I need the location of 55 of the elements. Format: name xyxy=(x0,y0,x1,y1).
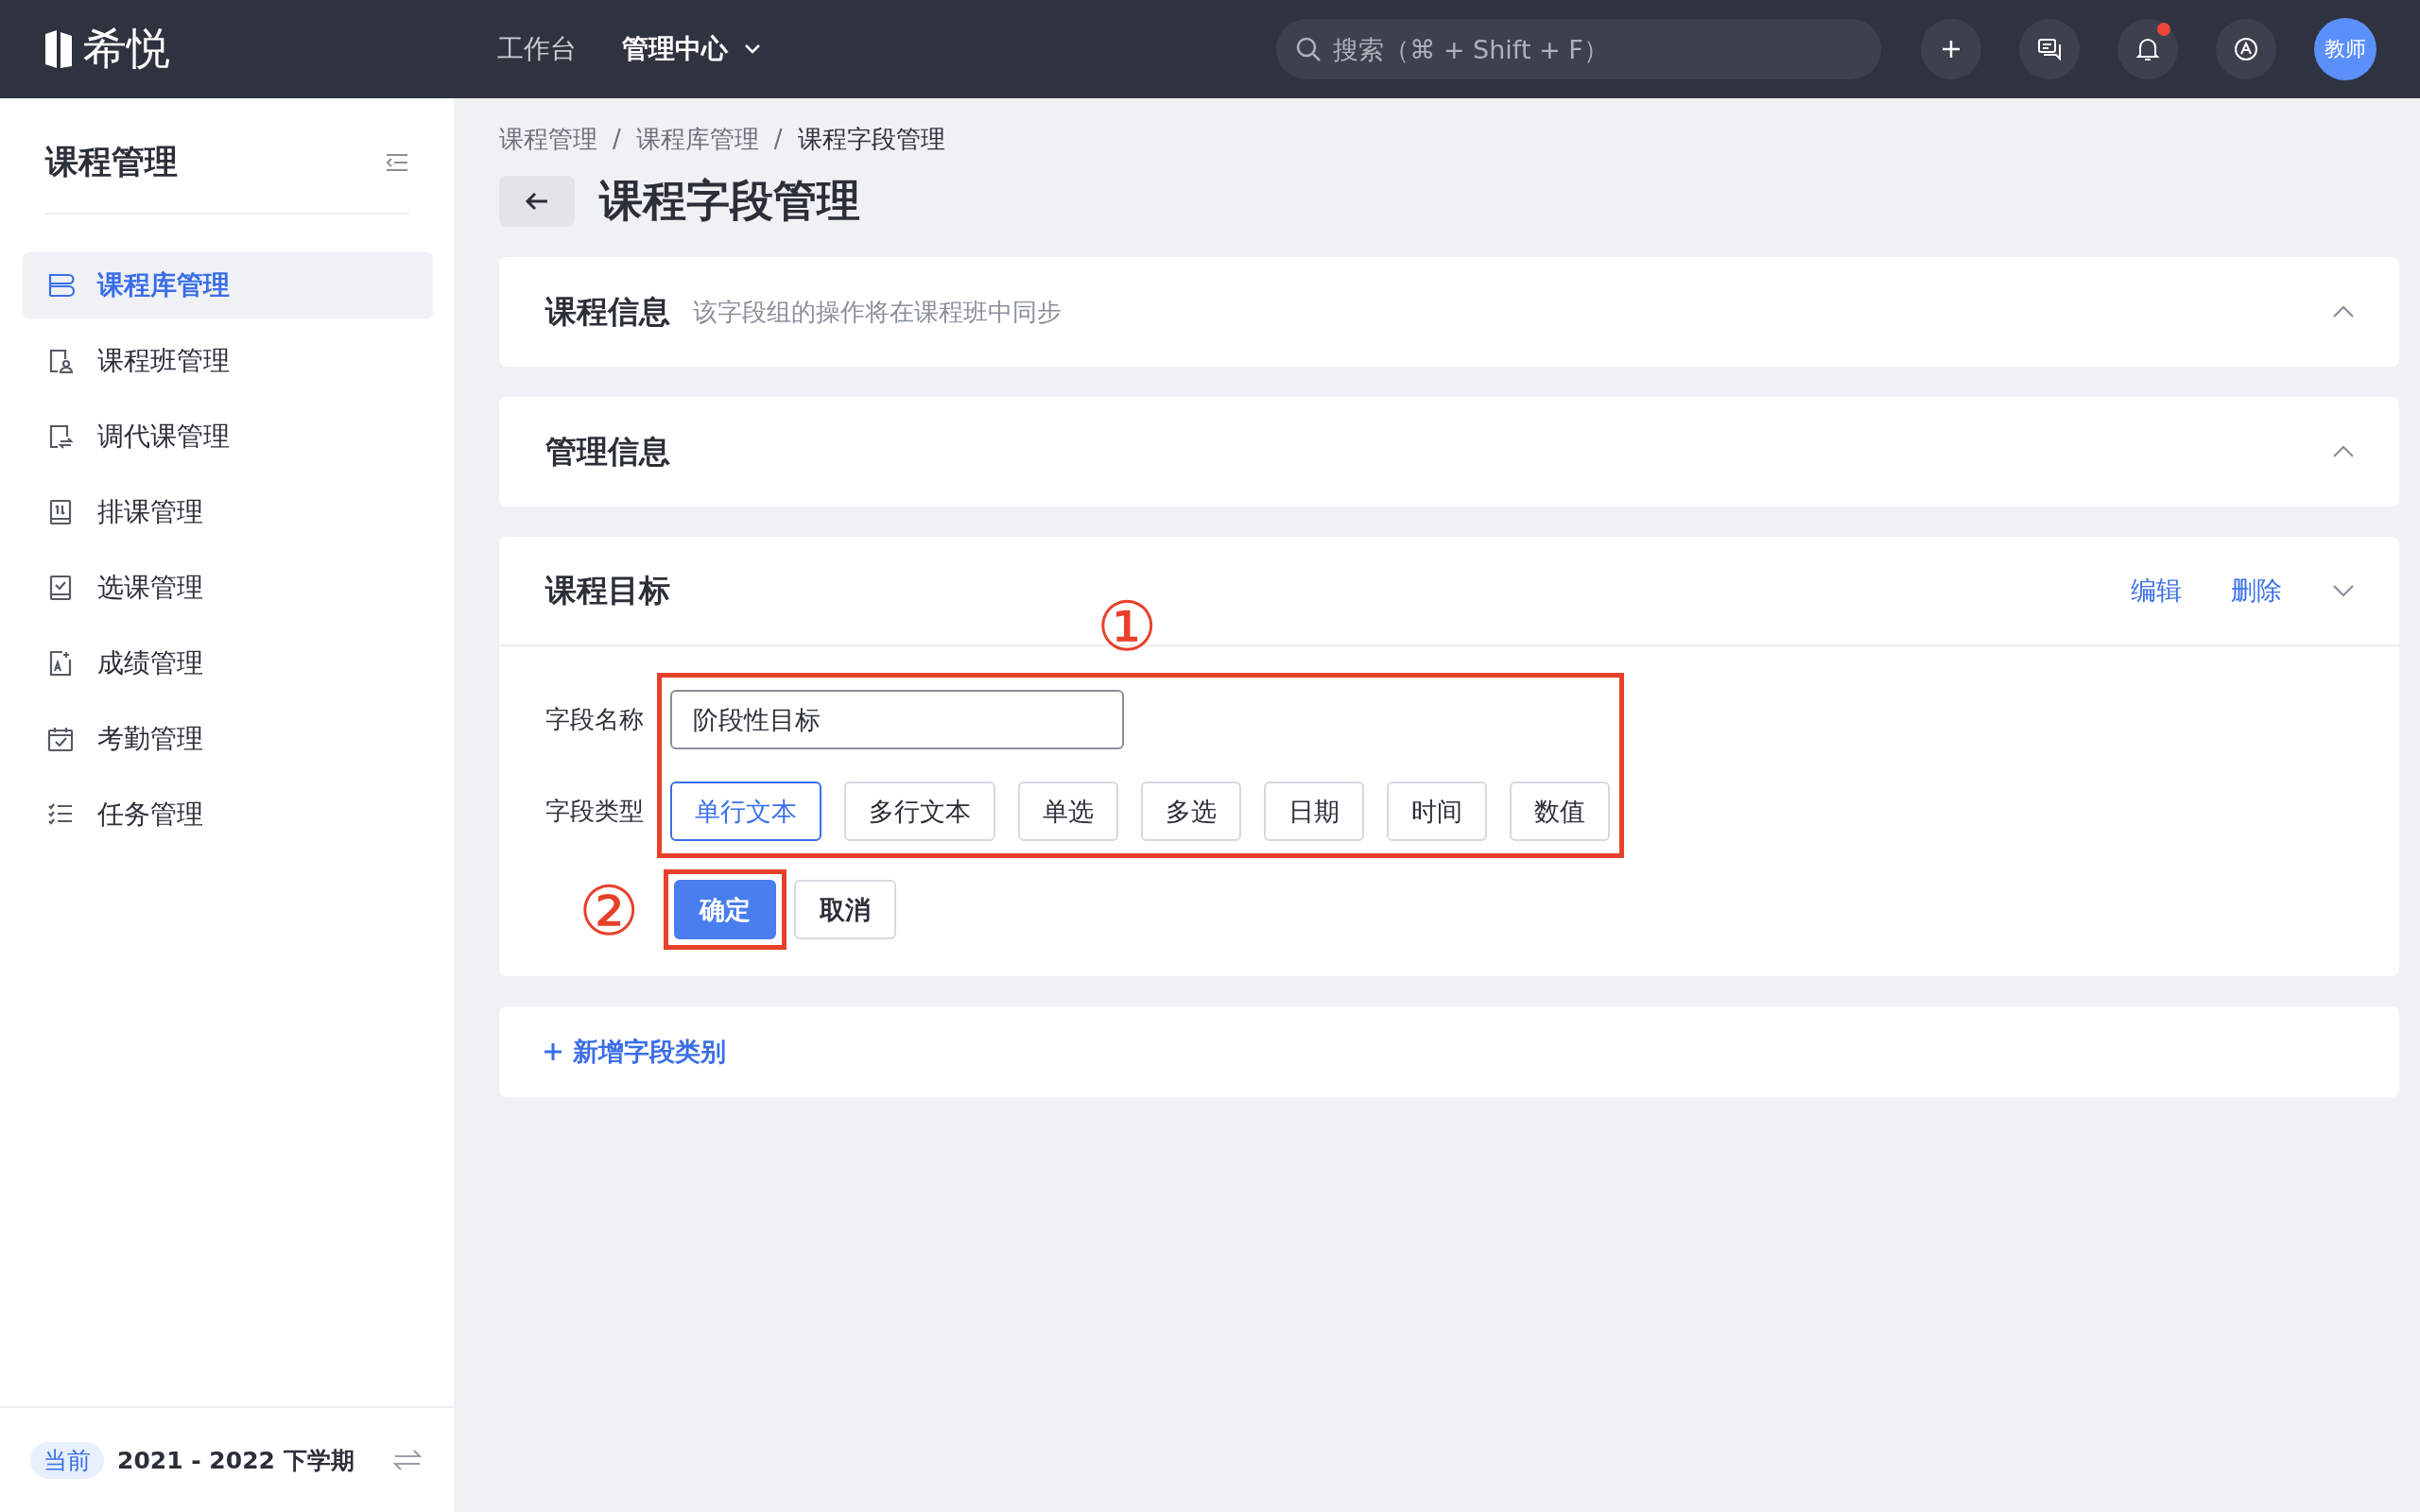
type-option[interactable]: 日期 xyxy=(1264,782,1364,841)
back-button[interactable] xyxy=(499,176,575,227)
field-label: 字段名称 xyxy=(545,704,644,735)
type-option[interactable]: 多选 xyxy=(1141,782,1241,841)
calendar-icon xyxy=(46,725,75,753)
arrow-left-icon xyxy=(525,191,549,212)
section-title: 课程信息 xyxy=(545,291,670,332)
chevron-icon[interactable] xyxy=(2331,583,2356,598)
confirm-button[interactable]: 确定 xyxy=(674,880,776,939)
plus-icon xyxy=(543,1041,563,1062)
breadcrumb-link[interactable]: 课程字段管理 xyxy=(797,122,945,156)
annotation-number: ② xyxy=(579,877,640,945)
sidebar-item[interactable]: 任务管理 xyxy=(23,782,433,848)
name-input[interactable]: 阶段性目标 xyxy=(670,690,1124,749)
current-badge: 当前 xyxy=(30,1441,104,1479)
sidebar-item[interactable]: 选课管理 xyxy=(23,555,433,621)
search-field[interactable]: 搜索（⌘ + Shift + F） xyxy=(1276,19,1881,79)
type-option[interactable]: 数值 xyxy=(1510,782,1610,841)
section-title: 课程目标 xyxy=(545,570,670,610)
type-option[interactable]: 单行文本 xyxy=(670,782,821,841)
section-subtitle: 该字段组的操作将在课程班中同步 xyxy=(693,296,1062,328)
logo-text: 希悦 xyxy=(83,22,170,76)
chevron-icon[interactable] xyxy=(2331,304,2356,319)
chat-icon xyxy=(2037,37,2062,61)
breadcrumb-link[interactable]: 课程库管理 xyxy=(635,122,759,156)
sidebar-item[interactable]: 调代课管理 xyxy=(23,404,433,470)
sidebar-item[interactable]: 排课管理 xyxy=(23,479,433,545)
page-title: 课程字段管理 xyxy=(599,174,860,228)
type-option[interactable]: 单选 xyxy=(1018,782,1118,841)
term-label: 2021 - 2022 下学期 xyxy=(117,1445,355,1476)
breadcrumb-link[interactable]: 课程管理 xyxy=(499,122,597,156)
section-title: 管理信息 xyxy=(545,431,670,472)
nav-tab[interactable]: 管理中心 xyxy=(621,31,762,67)
stack-icon xyxy=(46,271,75,300)
breadcrumb-separator: / xyxy=(613,125,621,153)
sidebar-item[interactable]: 考勤管理 xyxy=(23,706,433,772)
annotation-number: ① xyxy=(1097,593,1158,661)
action-link[interactable]: 删除 xyxy=(2231,574,2282,608)
action-link[interactable]: 编辑 xyxy=(2131,574,2182,608)
type-option[interactable]: 时间 xyxy=(1387,782,1487,841)
cancel-button[interactable]: 取消 xyxy=(794,880,896,939)
sidebar-title: 课程管理 xyxy=(45,142,178,182)
sidebar-item[interactable]: 成绩管理 xyxy=(23,630,433,696)
breadcrumb-separator: / xyxy=(773,125,783,153)
chevron-icon[interactable] xyxy=(2331,444,2356,459)
switch-icon[interactable] xyxy=(393,1449,422,1471)
bell-icon xyxy=(2135,36,2160,62)
nav-tab[interactable]: 工作台 xyxy=(496,31,577,67)
field-label: 字段类型 xyxy=(545,796,644,827)
add-category-link[interactable]: 新增字段类别 xyxy=(543,1035,726,1069)
sidebar-item[interactable]: 课程库管理 xyxy=(23,252,433,318)
plus-icon xyxy=(1941,39,1962,60)
type-option[interactable]: 多行文本 xyxy=(844,782,995,841)
sidebar-item[interactable]: 课程班管理 xyxy=(23,328,433,394)
collapse-icon[interactable] xyxy=(385,151,409,173)
